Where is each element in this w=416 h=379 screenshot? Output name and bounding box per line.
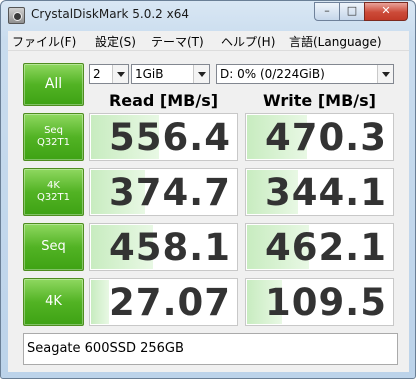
row-label-line1: Seq: [44, 125, 63, 136]
row-label: Seq: [41, 239, 66, 254]
seq-read-cell: 458.1: [89, 223, 238, 271]
4k-read-cell: 27.07: [89, 278, 238, 326]
4k-write-value: 109.5: [264, 281, 387, 324]
4k-q32t1-read-cell: 374.7: [89, 168, 238, 216]
read-header: Read [MB/s]: [108, 91, 219, 110]
row-label: 4K: [45, 294, 62, 309]
menu-theme[interactable]: テーマ(T): [151, 33, 204, 50]
seq-write-value: 462.1: [264, 226, 387, 269]
seq-q32t1-button[interactable]: Seq Q32T1: [23, 113, 84, 161]
drive-value: D: 0% (0/224GiB): [220, 67, 325, 81]
seq-q32t1-write-value: 470.3: [264, 116, 387, 159]
main-panel: All 2 1GiB D: 0% (0/224GiB) Read [MB/s] …: [8, 51, 409, 372]
seq-button[interactable]: Seq: [23, 223, 84, 271]
all-button[interactable]: All: [23, 63, 84, 106]
app-window: CrystalDiskMark 5.0.2 x64 – □ ✕ ファイル(F) …: [0, 0, 416, 379]
test-size-select[interactable]: 1GiB: [131, 64, 210, 84]
seq-q32t1-read-value: 556.4: [108, 116, 231, 159]
drive-select[interactable]: D: 0% (0/224GiB): [216, 64, 394, 84]
seq-q32t1-read-cell: 556.4: [89, 113, 238, 161]
menu-language[interactable]: 言語(Language): [289, 33, 382, 50]
menu-help[interactable]: ヘルプ(H): [221, 33, 275, 50]
menu-file[interactable]: ファイル(F): [12, 33, 76, 50]
4k-write-cell: 109.5: [245, 278, 394, 326]
chevron-down-icon: [193, 65, 209, 83]
maximize-button[interactable]: □: [339, 2, 365, 21]
test-count-value: 2: [93, 67, 101, 81]
minimize-button[interactable]: –: [314, 2, 340, 21]
row-label-line1: 4K: [47, 180, 60, 191]
test-size-value: 1GiB: [135, 67, 164, 81]
write-header: Write [MB/s]: [263, 91, 376, 110]
row-label-line2: Q32T1: [36, 137, 71, 148]
row-label-line2: Q32T1: [36, 192, 71, 203]
title-bar: CrystalDiskMark 5.0.2 x64 – □ ✕: [1, 1, 415, 29]
comment-input[interactable]: Seagate 600SSD 256GB: [23, 333, 398, 365]
seq-q32t1-write-cell: 470.3: [245, 113, 394, 161]
4k-q32t1-read-value: 374.7: [108, 171, 231, 214]
disk-icon: [8, 7, 25, 24]
chevron-down-icon: [377, 65, 393, 83]
test-count-select[interactable]: 2: [89, 64, 129, 84]
seq-write-cell: 462.1: [245, 223, 394, 271]
4k-read-value: 27.07: [108, 281, 231, 324]
read-level-bar: [91, 280, 109, 324]
4k-q32t1-button[interactable]: 4K Q32T1: [23, 168, 84, 216]
close-button[interactable]: ✕: [364, 2, 408, 21]
4k-button[interactable]: 4K: [23, 278, 84, 326]
seq-read-value: 458.1: [108, 226, 231, 269]
chevron-down-icon: [112, 65, 128, 83]
menu-settings[interactable]: 設定(S): [95, 33, 136, 50]
4k-q32t1-write-cell: 344.1: [245, 168, 394, 216]
4k-q32t1-write-value: 344.1: [264, 171, 387, 214]
window-title: CrystalDiskMark 5.0.2 x64: [31, 7, 189, 21]
menu-bar: ファイル(F) 設定(S) テーマ(T) ヘルプ(H) 言語(Language): [8, 31, 409, 51]
